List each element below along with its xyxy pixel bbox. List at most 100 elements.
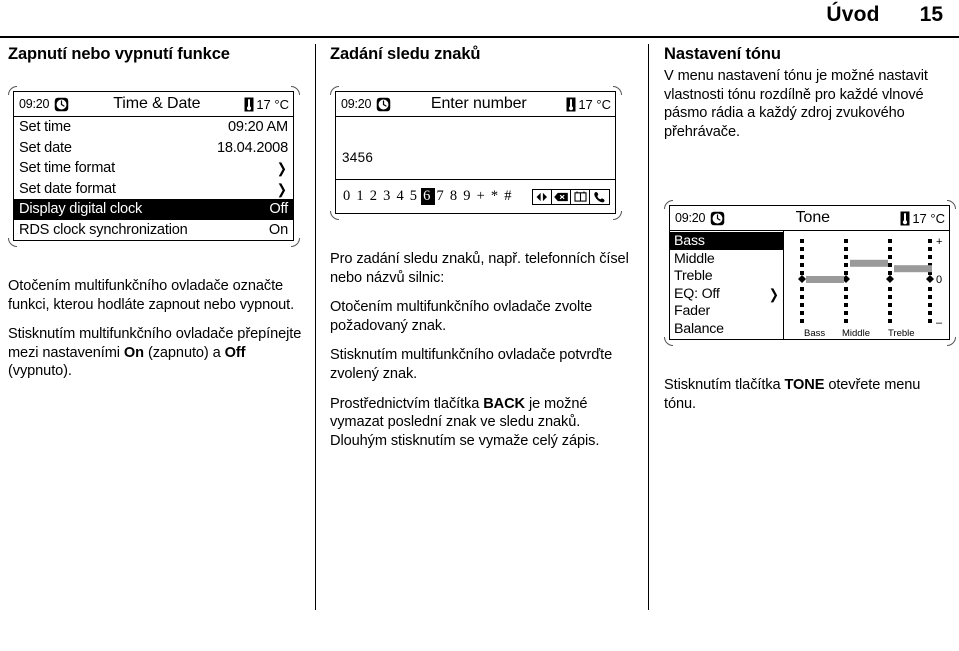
paragraph-press-confirm-char: Stisknutím multifunkčního ovladače potvr… bbox=[330, 347, 613, 382]
chevron-right-icon: ❯ bbox=[769, 285, 780, 302]
tone-level-chart: + 0 – Bass Middle Treble bbox=[784, 231, 949, 339]
page-header: Úvod 15 bbox=[0, 0, 959, 38]
char-6-selected[interactable]: 6 bbox=[421, 188, 435, 205]
paragraph-part: (vypnuto). bbox=[8, 363, 72, 380]
tone-row-middle[interactable]: Middle bbox=[670, 250, 783, 268]
function-icon-row bbox=[532, 188, 610, 205]
menu-row-set-date[interactable]: Set date 18.04.2008 bbox=[14, 138, 293, 159]
paragraph-toggle-on-off: Stisknutím multifunkčního ovladače přepí… bbox=[8, 325, 304, 381]
display-clock-text: 09:20 bbox=[19, 97, 50, 111]
char-hash[interactable]: # bbox=[502, 188, 515, 205]
char-asterisk[interactable]: * bbox=[489, 188, 502, 205]
chevron-right-icon: ❯ bbox=[277, 160, 288, 177]
tone-row-bass[interactable]: Bass bbox=[670, 232, 783, 250]
clock-icon bbox=[376, 97, 391, 112]
keyword-tone: TONE bbox=[784, 377, 825, 394]
paragraph-select-function: Otočením multifunkčního ovladače označte… bbox=[8, 278, 295, 313]
display-temperature-text: 17 °C bbox=[578, 96, 611, 112]
tone-row-treble[interactable]: Treble bbox=[670, 267, 783, 285]
entered-number: 3456 bbox=[342, 150, 374, 165]
menu-label: Set time format bbox=[19, 160, 115, 177]
char-3[interactable]: 3 bbox=[381, 188, 394, 205]
thermometer-icon bbox=[244, 97, 254, 112]
tone-row-eq[interactable]: EQ: Off ❯ bbox=[670, 285, 783, 303]
header-divider bbox=[0, 36, 959, 38]
char-0[interactable]: 0 bbox=[341, 188, 354, 205]
section-title-tone-settings: Nastavení tónu bbox=[664, 45, 781, 63]
phonebook-icon[interactable] bbox=[571, 189, 590, 204]
svg-text:0: 0 bbox=[936, 274, 942, 286]
menu-label: Set time bbox=[19, 119, 71, 136]
thermometer-icon bbox=[900, 211, 910, 226]
paragraph-part: Prostřednictvím tlačítka bbox=[330, 395, 484, 412]
char-1[interactable]: 1 bbox=[354, 188, 367, 205]
paragraph-tone-button: Stisknutím tlačítka TONE otevřete menu t… bbox=[664, 376, 952, 413]
menu-label: Middle bbox=[674, 250, 715, 267]
chevron-right-icon: ❯ bbox=[277, 180, 288, 197]
character-set[interactable]: 0 1 2 3 4 5 6 7 8 9 + * # bbox=[341, 188, 516, 205]
menu-label: Display digital clock bbox=[19, 201, 143, 218]
page-number: 15 bbox=[919, 3, 943, 26]
keyword-back: BACK bbox=[483, 395, 525, 412]
menu-row-rds-clock-sync[interactable]: RDS clock synchronization On bbox=[14, 220, 293, 241]
char-4[interactable]: 4 bbox=[394, 188, 407, 205]
menu-label: Treble bbox=[674, 268, 713, 285]
menu-label: Balance bbox=[674, 320, 724, 337]
display-panel: 09:20 Enter number 17 °C 3456 0 1 2 3 4 … bbox=[335, 91, 616, 214]
svg-text:+: + bbox=[936, 236, 942, 248]
menu-row-display-digital-clock[interactable]: Display digital clock Off bbox=[14, 199, 293, 220]
char-7[interactable]: 7 bbox=[435, 188, 448, 205]
call-icon[interactable] bbox=[590, 189, 609, 204]
menu-label: Set date format bbox=[19, 180, 116, 197]
character-selection-bar: 0 1 2 3 4 5 6 7 8 9 + * # bbox=[336, 180, 615, 213]
bar-treble bbox=[894, 265, 932, 273]
menu-value: On bbox=[268, 221, 288, 238]
menu-label: Set date bbox=[19, 139, 72, 156]
bar-middle bbox=[850, 260, 888, 268]
display-screenshot-tone: 09:20 Tone 17 °C Bass Middle Treble EQ: … bbox=[662, 198, 958, 348]
tone-chart-svg: + 0 – Bass Middle Treble bbox=[798, 236, 943, 339]
svg-text:Middle: Middle bbox=[842, 328, 870, 339]
bar-bass bbox=[806, 276, 844, 284]
display-temperature-text: 17 °C bbox=[912, 210, 945, 226]
menu-label: EQ: Off bbox=[674, 285, 720, 302]
section-title-toggle-function: Zapnutí nebo vypnutí funkce bbox=[8, 45, 230, 63]
menu-row-set-time[interactable]: Set time 09:20 AM bbox=[14, 117, 293, 138]
menu-value: 18.04.2008 bbox=[216, 139, 288, 156]
tone-menu-list: Bass Middle Treble EQ: Off ❯ Fader Balan… bbox=[670, 231, 784, 340]
manual-page: Úvod 15 Zapnutí nebo vypnutí funkce 09:2… bbox=[0, 0, 959, 651]
content-columns: Zapnutí nebo vypnutí funkce 09:20 Time &… bbox=[0, 44, 959, 644]
menu-label: Fader bbox=[674, 303, 711, 320]
cursor-left-right-icon[interactable] bbox=[533, 189, 552, 204]
display-status-bar: 09:20 Enter number 17 °C bbox=[336, 92, 615, 117]
tone-row-balance[interactable]: Balance bbox=[670, 320, 783, 338]
clock-icon bbox=[710, 211, 725, 226]
display-status-bar: 09:20 Tone 17 °C bbox=[670, 206, 949, 232]
char-2[interactable]: 2 bbox=[368, 188, 381, 205]
backspace-icon[interactable] bbox=[552, 189, 571, 204]
display-title: Time & Date bbox=[113, 95, 201, 112]
tone-row-fader[interactable]: Fader bbox=[670, 302, 783, 320]
char-5[interactable]: 5 bbox=[408, 188, 421, 205]
display-clock-text: 09:20 bbox=[675, 211, 706, 226]
display-panel: 09:20 Tone 17 °C Bass Middle Treble EQ: … bbox=[669, 205, 950, 341]
menu-row-set-time-format[interactable]: Set time format ❯ bbox=[14, 158, 293, 179]
char-9[interactable]: 9 bbox=[461, 188, 474, 205]
char-8[interactable]: 8 bbox=[448, 188, 461, 205]
paragraph-entry-intro: Pro zadání sledu znaků, např. telefonníc… bbox=[330, 251, 629, 286]
display-title: Tone bbox=[795, 209, 830, 227]
thermometer-icon bbox=[566, 97, 576, 112]
clock-icon bbox=[54, 97, 69, 112]
paragraph-rotate-select-char: Otočením multifunkčního ovladače zvolte … bbox=[330, 299, 593, 334]
chapter-title: Úvod bbox=[826, 3, 880, 26]
section-title-character-entry: Zadání sledu znaků bbox=[330, 45, 481, 63]
paragraph-back-button: Prostřednictvím tlačítka BACK je možné v… bbox=[330, 395, 630, 451]
svg-text:Treble: Treble bbox=[888, 328, 915, 339]
display-temperature: 17 °C bbox=[244, 97, 289, 112]
display-temperature: 17 °C bbox=[900, 211, 945, 226]
display-screenshot-time-date: 09:20 Time & Date 17 °C Set time 09:20 A… bbox=[6, 84, 302, 249]
display-temperature: 17 °C bbox=[566, 97, 611, 112]
menu-row-set-date-format[interactable]: Set date format ❯ bbox=[14, 179, 293, 200]
tone-body: Bass Middle Treble EQ: Off ❯ Fader Balan… bbox=[670, 231, 949, 340]
char-plus[interactable]: + bbox=[475, 188, 489, 205]
